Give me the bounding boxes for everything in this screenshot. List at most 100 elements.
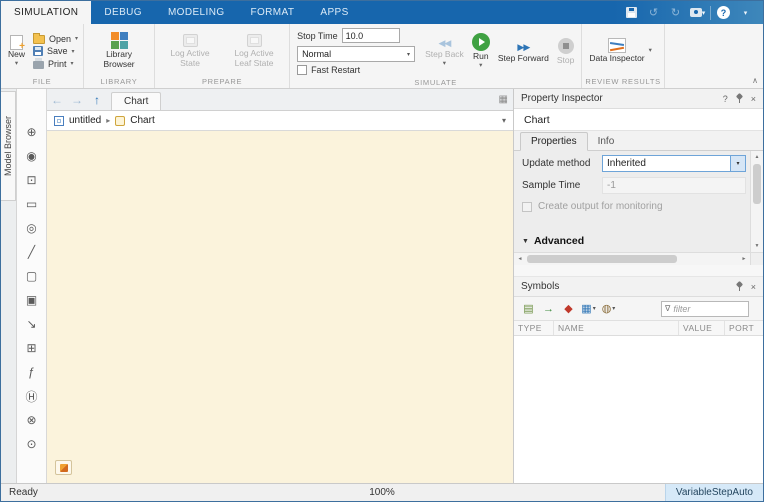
tab-properties[interactable]: Properties xyxy=(520,132,588,151)
column-header-name[interactable]: NAME xyxy=(554,321,679,335)
print-caret-icon: ▾ xyxy=(70,61,74,67)
panel-help-icon[interactable]: ? xyxy=(723,94,728,104)
properties-horizontal-scrollbar[interactable]: ◄ ► xyxy=(514,252,750,265)
symbols-filter-input[interactable] xyxy=(673,303,745,314)
add-event-icon[interactable]: ◆ xyxy=(560,300,577,317)
log-active-state-button[interactable]: Log Active State xyxy=(158,26,222,76)
qat-options-icon[interactable]: ▾ xyxy=(736,4,755,21)
save-icon[interactable] xyxy=(622,4,641,21)
simulation-mode-select[interactable]: Normal ▾ xyxy=(297,46,416,62)
symbols-settings-icon[interactable]: ◍ ▾ xyxy=(600,300,617,317)
property-inspector-title: Property Inspector xyxy=(521,93,603,104)
horizontal-scroll-thumb[interactable] xyxy=(527,255,677,263)
history-junction-icon[interactable]: Ⓗ xyxy=(20,385,44,407)
print-button[interactable]: Print ▾ xyxy=(31,58,80,69)
chart-badge-icon[interactable] xyxy=(55,460,72,475)
pin-icon[interactable] xyxy=(735,93,744,104)
library-browser-button[interactable]: Library Browser xyxy=(87,26,151,76)
column-header-type[interactable]: TYPE xyxy=(514,321,554,335)
add-data-icon[interactable]: ▤ xyxy=(520,300,537,317)
column-header-port[interactable]: PORT xyxy=(725,321,763,335)
navigate-up-icon[interactable]: ↑ xyxy=(87,89,107,110)
breadcrumb-root[interactable]: untitled xyxy=(69,115,101,126)
explore-tool-icon[interactable]: ⊕ xyxy=(20,121,44,143)
column-header-value[interactable]: VALUE xyxy=(679,321,725,335)
status-solver[interactable]: VariableStepAuto xyxy=(664,484,763,501)
data-inspector-button[interactable]: Data Inspector xyxy=(585,37,648,65)
new-model-icon xyxy=(10,34,25,53)
print-label: Print xyxy=(48,58,67,69)
chart-canvas[interactable] xyxy=(47,131,513,483)
stateflow-palette: ⊕ ◉ ⊡ ▭ ◎ ╱ ▢ ▣ ↘ ⊞ ƒ Ⓗ ⊗ ⊙ xyxy=(17,89,47,483)
state-icon[interactable]: ▢ xyxy=(20,265,44,287)
tab-modeling[interactable]: MODELING xyxy=(155,1,238,24)
update-method-select[interactable]: Inherited ▾ xyxy=(602,154,746,172)
navigate-forward-icon[interactable]: → xyxy=(67,89,87,110)
junction-icon[interactable]: ⊙ xyxy=(20,433,44,455)
redo-icon[interactable]: ↻ xyxy=(666,4,685,21)
advanced-section-toggle[interactable]: ▼ Advanced xyxy=(514,232,584,250)
model-browser-label: Model Browser xyxy=(3,115,13,177)
tab-simulation[interactable]: SIMULATION xyxy=(1,1,92,24)
tab-debug[interactable]: DEBUG xyxy=(91,1,155,24)
annotation-glyph: ▭ xyxy=(25,197,38,211)
viewmarks-icon[interactable]: ▦ xyxy=(499,89,513,110)
symbols-close-icon[interactable]: × xyxy=(751,282,756,292)
sample-time-field[interactable]: -1 xyxy=(602,176,746,194)
properties-vertical-scrollbar[interactable]: ▲ ▼ xyxy=(750,151,763,252)
new-button[interactable]: New ▾ xyxy=(4,26,29,76)
annotation-icon[interactable]: ▭ xyxy=(20,193,44,215)
help-icon[interactable]: ? xyxy=(714,4,733,21)
symbols-pin-icon[interactable] xyxy=(735,281,744,292)
simulate-section-caption: SIMULATE xyxy=(414,78,457,87)
tab-format[interactable]: FORMAT xyxy=(238,1,308,24)
navigate-back-icon[interactable]: ← xyxy=(47,89,67,110)
add-input-data-icon[interactable]: → xyxy=(540,300,557,317)
view-options-icon[interactable]: ▦ ▾ xyxy=(580,300,597,317)
document-tab-chart[interactable]: Chart xyxy=(111,92,162,110)
screen-capture-icon[interactable]: ▾ xyxy=(688,4,707,21)
vertical-scroll-thumb[interactable] xyxy=(753,164,761,204)
close-panel-icon[interactable]: × xyxy=(751,94,756,104)
update-method-row: Update method Inherited ▾ xyxy=(514,153,763,173)
fit-to-view-icon[interactable]: ⊡ xyxy=(20,169,44,191)
step-back-button[interactable]: ◀◀ Step Back ▾ xyxy=(421,26,468,77)
scroll-right-icon[interactable]: ► xyxy=(738,253,750,265)
settings-caret: ▾ xyxy=(612,306,616,312)
data-inspector-caret-icon[interactable]: ▾ xyxy=(649,48,652,55)
zoom-in-icon[interactable]: ◉ xyxy=(20,145,44,167)
transition-icon[interactable]: ↘ xyxy=(20,313,44,335)
document-tab-label: Chart xyxy=(124,96,149,107)
tab-apps[interactable]: APPS xyxy=(307,1,361,24)
box-icon[interactable]: ▣ xyxy=(20,289,44,311)
toolstrip: New ▾ Open ▾ Save ▾ xyxy=(1,24,763,89)
run-button[interactable]: Run ▾ xyxy=(468,26,494,77)
exclusion-icon[interactable]: ⊗ xyxy=(20,409,44,431)
scroll-left-icon[interactable]: ◄ xyxy=(514,253,526,265)
monitoring-checkbox[interactable] xyxy=(522,201,532,212)
pencil-icon[interactable]: ╱ xyxy=(20,241,44,263)
symbols-table-body[interactable] xyxy=(514,336,763,483)
matlab-function-icon[interactable]: ƒ xyxy=(20,361,44,383)
minimize-toolstrip-icon[interactable]: ∧ xyxy=(752,77,758,85)
save-button[interactable]: Save ▾ xyxy=(31,46,80,56)
undo-icon[interactable]: ↺ xyxy=(644,4,663,21)
fast-restart-checkbox[interactable] xyxy=(297,65,308,75)
scroll-up-icon[interactable]: ▲ xyxy=(751,151,763,163)
stop-time-input[interactable] xyxy=(341,28,400,43)
spotlight-icon[interactable]: ◎ xyxy=(20,217,44,239)
step-forward-button[interactable]: ▶▶ Step Forward xyxy=(494,26,553,77)
save-floppy-icon xyxy=(33,46,44,56)
scroll-down-icon[interactable]: ▼ xyxy=(751,240,763,252)
open-button[interactable]: Open ▾ xyxy=(31,33,80,44)
fast-restart-row: Fast Restart xyxy=(297,65,417,75)
tab-info[interactable]: Info xyxy=(588,133,625,150)
breadcrumb-current[interactable]: Chart xyxy=(130,115,154,126)
sample-time-row: Sample Time -1 xyxy=(514,175,763,195)
stop-button[interactable]: Stop xyxy=(553,26,579,77)
model-browser-tab[interactable]: Model Browser xyxy=(1,91,16,201)
breadcrumb-caret-icon[interactable]: ▾ xyxy=(502,116,506,125)
save-caret-icon: ▾ xyxy=(71,48,75,55)
log-active-leaf-state-button[interactable]: Log Active Leaf State xyxy=(222,26,286,76)
truth-table-icon[interactable]: ⊞ xyxy=(20,337,44,359)
